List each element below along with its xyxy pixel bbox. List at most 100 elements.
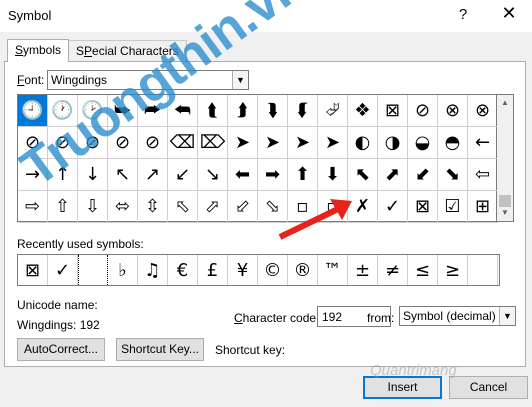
symbol-cell[interactable]: 🕐 <box>48 95 78 127</box>
symbol-cell[interactable]: ➤ <box>258 127 288 159</box>
chevron-down-icon[interactable]: ▼ <box>232 71 248 89</box>
symbol-cell[interactable]: ◑ <box>378 127 408 159</box>
symbol-cell[interactable]: ☑ <box>438 191 468 223</box>
symbol-cell[interactable]: ↑ <box>48 159 78 191</box>
recent-symbol-cell[interactable]: ™ <box>318 255 348 285</box>
symbol-cell[interactable]: ⊞ <box>468 191 498 223</box>
chevron-down-icon[interactable]: ▼ <box>499 307 515 325</box>
symbol-cell[interactable]: ⇳ <box>138 191 168 223</box>
symbol-cell[interactable]: ✗ <box>348 191 378 223</box>
symbol-cell[interactable]: → <box>18 159 48 191</box>
scroll-down-icon[interactable]: ▼ <box>497 205 513 221</box>
symbol-cell[interactable]: ⬁ <box>168 191 198 223</box>
symbol-cell[interactable]: ⬅ <box>228 159 258 191</box>
from-select[interactable]: Symbol (decimal) ▼ <box>399 306 516 326</box>
symbol-cell[interactable]: ⊘ <box>18 127 48 159</box>
symbol-cell[interactable]: ➤ <box>288 127 318 159</box>
recent-symbol-cell[interactable]: £ <box>198 255 228 285</box>
unicode-name-label: Unicode name: <box>17 298 98 312</box>
symbol-cell[interactable]: ← <box>468 127 498 159</box>
symbol-cell[interactable]: ⌫ <box>168 127 198 159</box>
recent-symbol-cell[interactable]: ≠ <box>378 255 408 285</box>
symbol-cell[interactable]: ⬉ <box>348 159 378 191</box>
recent-symbol-cell[interactable]: ♫ <box>138 255 168 285</box>
symbol-cell[interactable]: ❖ <box>348 95 378 127</box>
symbol-cell[interactable]: ↖ <box>108 159 138 191</box>
symbol-cell[interactable]: ▫ <box>288 191 318 223</box>
symbol-cell[interactable]: ↓ <box>78 159 108 191</box>
symbol-cell[interactable]: ↗ <box>138 159 168 191</box>
symbol-cell[interactable]: ✓ <box>378 191 408 223</box>
symbol-cell[interactable]: 🕘 <box>18 95 48 127</box>
symbol-cell[interactable]: ⮭ <box>228 95 258 127</box>
character-code-value: 192 <box>322 310 343 324</box>
font-select[interactable]: Wingdings ▼ <box>47 70 249 90</box>
symbol-grid[interactable]: 🕘 🕐 🕑 ⮩ ⮫ ⮪ ⮬ ⮭ ⮯ ⮮ ⮰ ❖ ⊠ ⊘ ⊗ ⊗ ⊘ ⊘ ⊘ ⊘ ⊘ ⌫ ⌦ ➤ ➤ ➤ ➤ ◐ ◑ ◒ ◓ ← → ↑ ↓ ↖ ↗ ↙ ↘ ⬅… <box>17 94 498 223</box>
symbol-cell[interactable]: ⮫ <box>138 95 168 127</box>
recent-symbol-cell[interactable] <box>78 255 108 285</box>
close-button[interactable]: ✕ <box>498 3 520 24</box>
symbol-cell[interactable]: ⮮ <box>288 95 318 127</box>
symbol-cell[interactable]: 🕑 <box>78 95 108 127</box>
symbol-cell[interactable]: ⮬ <box>198 95 228 127</box>
symbol-cell[interactable]: ⊘ <box>48 127 78 159</box>
symbol-cell[interactable]: ⮰ <box>318 95 348 127</box>
symbol-cell[interactable]: ⬊ <box>438 159 468 191</box>
tab-symbols[interactable]: Symbols <box>7 39 70 62</box>
symbol-cell[interactable]: ➡ <box>258 159 288 191</box>
symbol-cell[interactable]: ⇧ <box>48 191 78 223</box>
recent-symbol-cell[interactable]: ✓ <box>48 255 78 285</box>
recent-symbols-grid[interactable]: ⊠ ✓ ♭ ♫ € £ ¥ © ® ™ ± ≠ ≤ ≥ <box>17 254 500 286</box>
symbol-cell[interactable]: ◒ <box>408 127 438 159</box>
symbol-cell[interactable]: ↙ <box>168 159 198 191</box>
help-button[interactable]: ? <box>455 6 471 23</box>
symbol-cell[interactable]: ➤ <box>318 127 348 159</box>
symbol-grid-scrollbar[interactable]: ▲ ▼ <box>497 94 514 222</box>
symbol-cell[interactable]: ⊘ <box>138 127 168 159</box>
symbol-cell[interactable]: ⊗ <box>438 95 468 127</box>
symbol-cell[interactable]: ⊗ <box>468 95 498 127</box>
recent-symbol-cell[interactable]: ® <box>288 255 318 285</box>
symbol-cell[interactable]: ▫ <box>318 191 348 223</box>
insert-button[interactable]: Insert <box>363 376 442 399</box>
recent-symbol-cell[interactable]: ± <box>348 255 378 285</box>
symbol-cell[interactable]: ⮪ <box>168 95 198 127</box>
symbol-cell[interactable]: ⊘ <box>408 95 438 127</box>
recent-symbol-cell[interactable]: ≤ <box>408 255 438 285</box>
symbol-cell[interactable]: ⊠ <box>378 95 408 127</box>
symbol-cell[interactable]: ↘ <box>198 159 228 191</box>
scroll-up-icon[interactable]: ▲ <box>497 95 513 111</box>
autocorrect-button[interactable]: AutoCorrect... <box>17 338 105 361</box>
recent-symbol-cell[interactable]: ♭ <box>108 255 138 285</box>
symbol-cell[interactable]: ⇨ <box>18 191 48 223</box>
symbol-cell[interactable]: ⬄ <box>108 191 138 223</box>
recent-symbol-cell[interactable]: © <box>258 255 288 285</box>
cancel-button[interactable]: Cancel <box>449 376 528 399</box>
symbol-cell[interactable]: ⬈ <box>378 159 408 191</box>
symbol-cell[interactable]: ⮯ <box>258 95 288 127</box>
symbol-cell[interactable]: ⊘ <box>108 127 138 159</box>
symbol-cell[interactable]: ◓ <box>438 127 468 159</box>
recent-symbol-cell[interactable]: € <box>168 255 198 285</box>
symbol-cell[interactable]: ⬂ <box>258 191 288 223</box>
recent-symbol-cell[interactable]: ≥ <box>438 255 468 285</box>
symbol-cell[interactable]: ◐ <box>348 127 378 159</box>
recent-symbol-cell[interactable]: ⊠ <box>18 255 48 285</box>
symbol-cell[interactable]: ⌦ <box>198 127 228 159</box>
symbol-cell[interactable]: ⬇ <box>318 159 348 191</box>
symbol-cell[interactable]: ⊠ <box>408 191 438 223</box>
recent-symbol-cell[interactable] <box>468 255 498 285</box>
symbol-cell[interactable]: ⇩ <box>78 191 108 223</box>
shortcut-key-button[interactable]: Shortcut Key... <box>116 338 204 361</box>
symbol-cell[interactable]: ⬆ <box>288 159 318 191</box>
tab-special-characters[interactable]: SPecial Characters <box>68 40 187 61</box>
tab-special-label: ecial Characters <box>92 44 179 58</box>
symbol-cell[interactable]: ⬃ <box>228 191 258 223</box>
recent-symbol-cell[interactable]: ¥ <box>228 255 258 285</box>
symbol-cell[interactable]: ⬀ <box>198 191 228 223</box>
symbol-cell[interactable]: ⮩ <box>108 95 138 127</box>
symbol-cell[interactable]: ⇦ <box>468 159 498 191</box>
symbol-cell[interactable]: ➤ <box>228 127 258 159</box>
symbol-cell[interactable]: ⬋ <box>408 159 438 191</box>
symbol-cell[interactable]: ⊘ <box>78 127 108 159</box>
